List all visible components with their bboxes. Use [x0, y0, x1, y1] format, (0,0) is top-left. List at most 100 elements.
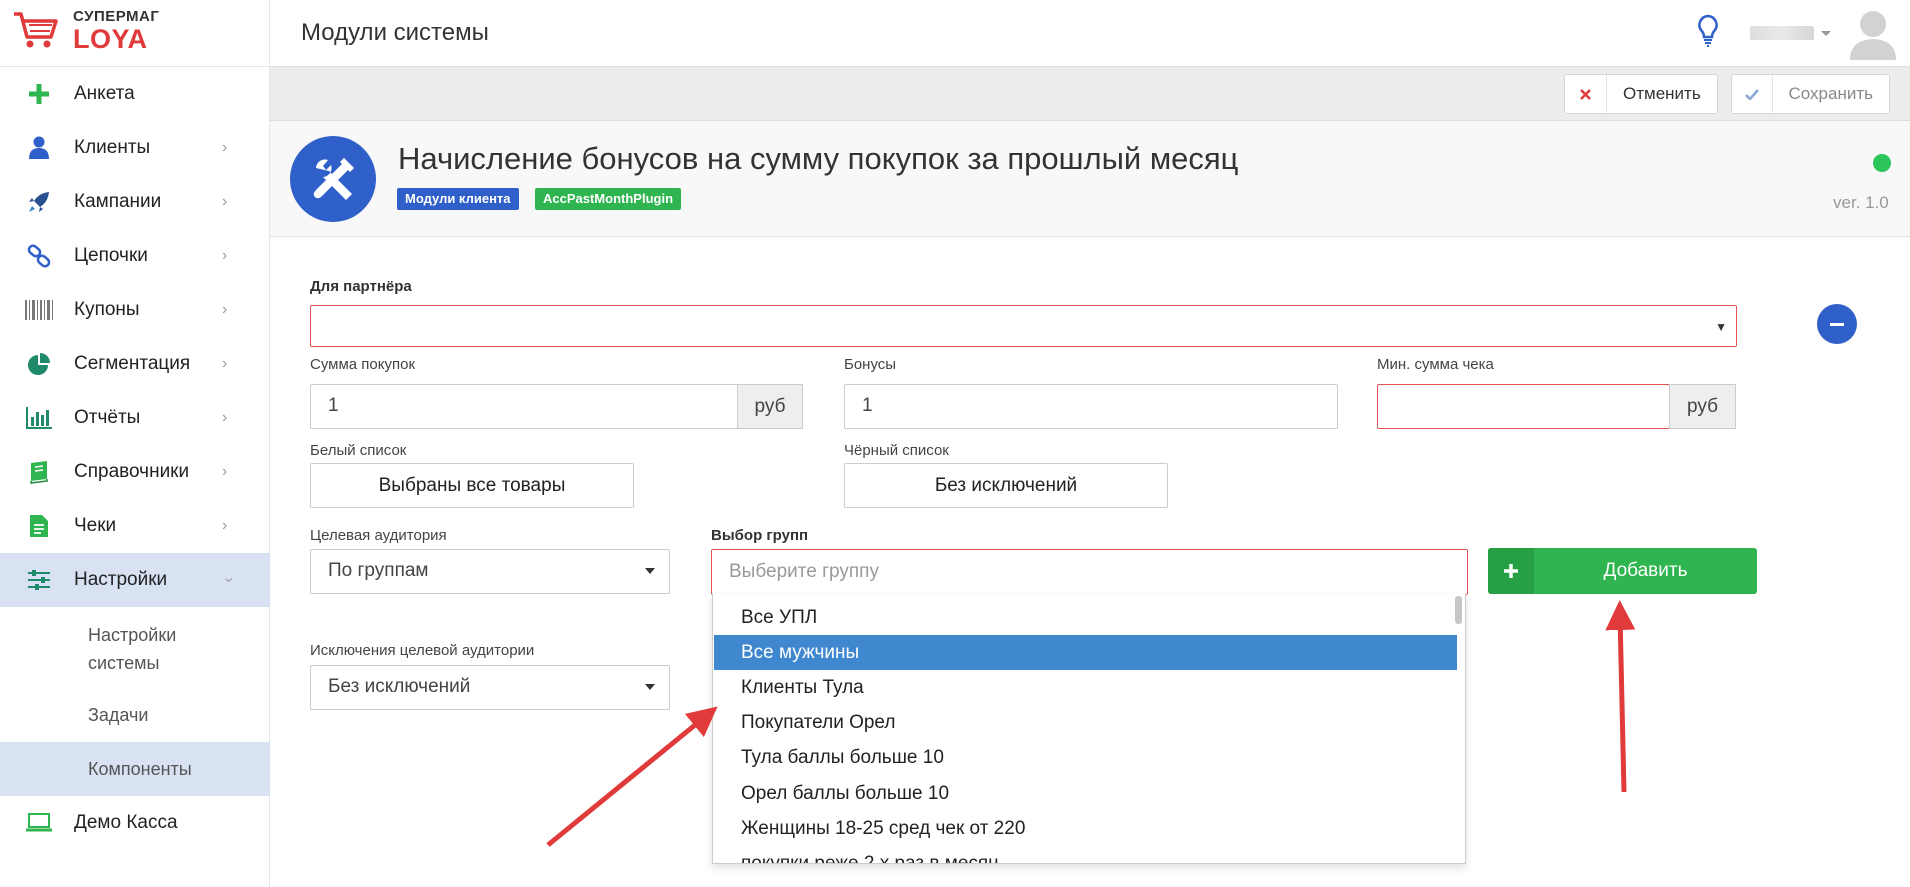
group-option[interactable]: Все УПЛ — [714, 600, 1457, 635]
sidebar-item-label: Чеки — [74, 515, 117, 536]
remove-partner-button[interactable] — [1817, 304, 1857, 344]
sidebar-item-receipts[interactable]: Чеки › — [0, 499, 270, 553]
groups-search-input[interactable]: Выберите группу — [711, 549, 1468, 595]
sidebar-subitem-components[interactable]: Компоненты — [0, 742, 270, 796]
user-icon — [24, 133, 54, 163]
group-option[interactable]: Тула баллы больше 10 — [714, 740, 1457, 775]
sum-value: 1 — [328, 395, 339, 416]
partner-select[interactable]: ▼ — [310, 305, 1737, 347]
lightbulb-icon[interactable] — [1697, 14, 1719, 48]
tools-icon — [290, 136, 376, 222]
version-label: ver. 1.0 — [1833, 193, 1889, 212]
sidebar-item-chains[interactable]: Цепочки › — [0, 229, 270, 283]
sidebar-item-coupons[interactable]: Купоны › — [0, 283, 270, 337]
groups-dropdown: Все УПЛ Все мужчины Клиенты Тула Покупат… — [712, 594, 1466, 864]
username-blurred[interactable] — [1750, 26, 1814, 40]
sidebar-item-segmentation[interactable]: Сегментация › — [0, 337, 270, 391]
groups-placeholder: Выберите группу — [729, 561, 879, 582]
min-sum-label: Мин. сумма чека — [1377, 356, 1494, 373]
bonus-input[interactable]: 1 — [844, 384, 1338, 429]
add-group-button[interactable]: Добавить — [1488, 548, 1757, 594]
chevron-right-icon: › — [222, 301, 228, 318]
sum-input[interactable]: 1 — [310, 384, 738, 429]
dropdown-scrollbar[interactable] — [1455, 596, 1462, 624]
top-header: Модули системы — [270, 0, 1910, 67]
check-icon — [1732, 75, 1773, 113]
page-title: Модули системы — [301, 19, 489, 46]
plus-icon — [24, 79, 54, 109]
bonus-value: 1 — [862, 395, 873, 416]
pie-icon — [24, 349, 54, 379]
module-header: Начисление бонусов на сумму покупок за п… — [270, 121, 1910, 237]
min-sum-unit: руб — [1669, 384, 1736, 429]
sidebar-item-questionnaire[interactable]: Анкета — [0, 67, 270, 121]
plus-icon — [1488, 548, 1534, 594]
group-option[interactable]: покупки реже 2 х раз в месяц — [714, 846, 1457, 863]
sidebar-item-label: Сегментация — [74, 353, 191, 374]
group-option[interactable]: Клиенты Тула — [714, 670, 1457, 705]
caret-down-icon[interactable] — [1821, 31, 1831, 36]
sidebar-item-clients[interactable]: Клиенты › — [0, 121, 270, 175]
caret-down-icon: ▼ — [1715, 320, 1727, 334]
whitelist-button[interactable]: Выбраны все товары — [310, 463, 634, 508]
save-button[interactable]: Сохранить — [1731, 74, 1890, 114]
chevron-right-icon: › — [222, 517, 228, 534]
audience-label: Целевая аудитория — [310, 527, 447, 544]
chevron-right-icon: › — [222, 193, 228, 210]
barcode-icon — [24, 295, 54, 325]
exclusions-value: Без исключений — [328, 676, 471, 697]
partner-label: Для партнёра — [310, 278, 412, 295]
sidebar-subitem-tasks[interactable]: Задачи — [0, 688, 270, 742]
blacklist-button[interactable]: Без исключений — [844, 463, 1168, 508]
min-sum-input[interactable] — [1377, 384, 1670, 429]
sidebar-subitem-system-settings[interactable]: Настройки системы — [0, 607, 270, 688]
link-icon — [24, 241, 54, 271]
chevron-right-icon: › — [222, 409, 228, 426]
toolbar: Отменить Сохранить — [270, 67, 1910, 121]
sidebar-subitem-label: Задачи — [88, 705, 149, 725]
plugin-name-badge: AccPastMonthPlugin — [535, 188, 682, 210]
brand-name-top: СУПЕРМАГ — [73, 8, 160, 25]
group-option[interactable]: Орел баллы больше 10 — [714, 776, 1457, 811]
module-type-badge: Модули клиента — [397, 188, 519, 210]
sidebar-item-campaigns[interactable]: Кампании › — [0, 175, 270, 229]
document-icon — [24, 511, 54, 541]
group-option[interactable]: Женщины 18-25 сред чек от 220 — [714, 811, 1457, 846]
sidebar-item-reports[interactable]: Отчёты › — [0, 391, 270, 445]
exclusions-select[interactable]: Без исключений — [310, 665, 670, 710]
chevron-right-icon: › — [222, 463, 228, 480]
sidebar-item-label: Отчёты — [74, 407, 141, 428]
group-option-highlighted[interactable]: Все мужчины — [714, 635, 1457, 670]
cancel-label: Отменить — [1623, 84, 1701, 103]
laptop-icon — [24, 808, 54, 838]
sliders-icon — [24, 565, 54, 595]
audience-value: По группам — [328, 560, 429, 581]
cart-icon — [14, 12, 58, 48]
sidebar-item-directories[interactable]: Справочники › — [0, 445, 270, 499]
sidebar-item-settings[interactable]: Настройки › — [0, 553, 270, 607]
sidebar: СУПЕРМАГ LOYA Анкета Клиенты › Кампании … — [0, 0, 270, 887]
rocket-icon — [24, 187, 54, 217]
status-indicator — [1873, 154, 1891, 172]
caret-down-icon — [645, 568, 655, 574]
group-option[interactable]: Покупатели Орел — [714, 705, 1457, 740]
sidebar-item-label: Кампании — [74, 191, 162, 212]
sidebar-item-label: Цепочки — [74, 245, 148, 266]
sidebar-item-label: Демо Касса — [74, 812, 178, 833]
bonus-label: Бонусы — [844, 356, 897, 373]
avatar[interactable] — [1848, 8, 1898, 60]
save-label: Сохранить — [1788, 84, 1873, 103]
sidebar-item-demo-cash[interactable]: Демо Касса — [0, 796, 270, 850]
bar-chart-icon — [24, 403, 54, 433]
audience-select[interactable]: По группам — [310, 549, 670, 594]
brand-logo[interactable]: СУПЕРМАГ LOYA — [0, 0, 270, 67]
sidebar-item-label: Купоны — [74, 299, 140, 320]
whitelist-label: Белый список — [310, 442, 407, 459]
add-label: Добавить — [1603, 560, 1688, 581]
close-icon — [1565, 75, 1607, 113]
sidebar-subitem-label: Настройки системы — [88, 625, 177, 673]
module-title: Начисление бонусов на сумму покупок за п… — [398, 141, 1239, 176]
chevron-right-icon: › — [222, 247, 228, 264]
sidebar-item-label: Клиенты — [74, 137, 151, 158]
cancel-button[interactable]: Отменить — [1564, 74, 1718, 114]
